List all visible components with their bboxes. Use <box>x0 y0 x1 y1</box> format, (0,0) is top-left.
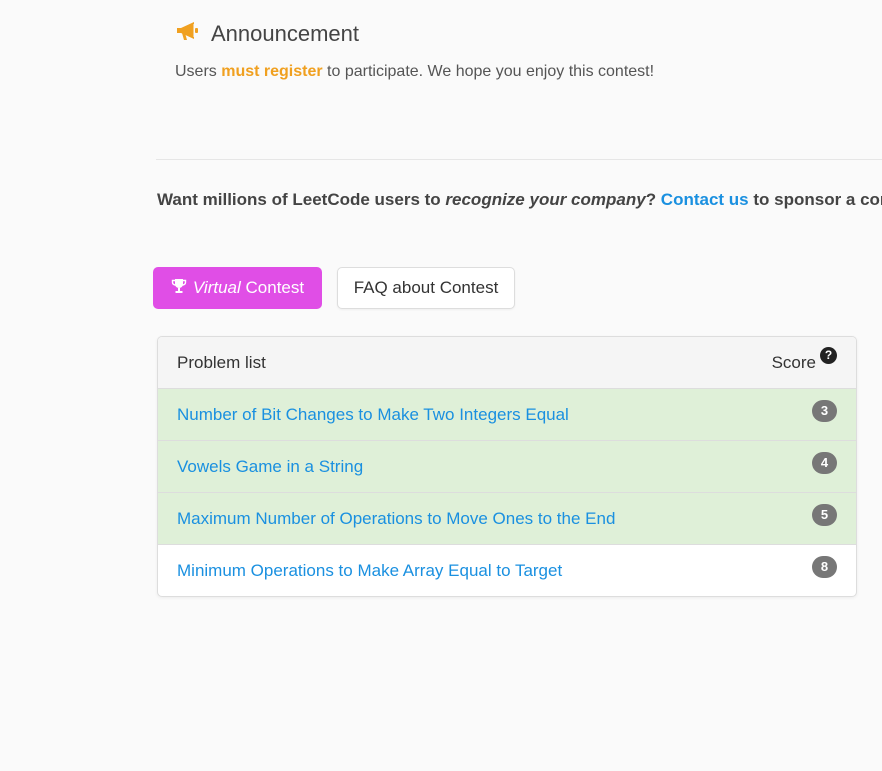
score-badge: 3 <box>812 399 837 422</box>
trophy-icon <box>171 278 187 299</box>
announcement-section: Announcement Users must register to part… <box>175 20 654 81</box>
announcement-text-after: to participate. We hope you enjoy this c… <box>322 63 655 80</box>
sponsor-text-1: Want millions of LeetCode users to <box>157 190 446 209</box>
problem-list-header: Problem list Score ? <box>158 337 856 389</box>
problem-title-link[interactable]: Minimum Operations to Make Array Equal t… <box>177 561 562 581</box>
must-register-highlight: must register <box>221 63 323 80</box>
problem-row: Vowels Game in a String 4 <box>158 441 856 493</box>
megaphone-icon <box>175 20 201 47</box>
faq-contest-button[interactable]: FAQ about Contest <box>337 267 515 309</box>
announcement-text: Users must register to participate. We h… <box>175 63 654 81</box>
contact-us-link[interactable]: Contact us <box>661 190 749 209</box>
problem-row: Number of Bit Changes to Make Two Intege… <box>158 389 856 441</box>
score-badge: 4 <box>812 451 837 474</box>
score-header-label: Score <box>771 352 816 372</box>
question-circle-icon[interactable]: ? <box>820 346 837 364</box>
problem-list-panel: Problem list Score ? Number of Bit Chang… <box>157 336 857 597</box>
problem-rows: Number of Bit Changes to Make Two Intege… <box>158 389 856 596</box>
problem-title-link[interactable]: Number of Bit Changes to Make Two Intege… <box>177 405 569 425</box>
sponsor-message: Want millions of LeetCode users to recog… <box>157 190 882 210</box>
virtual-contest-label: Virtual Contest <box>193 278 304 298</box>
virtual-label-italic: Virtual <box>192 278 241 297</box>
virtual-label-rest: Contest <box>240 278 305 297</box>
problem-list-title: Problem list <box>177 352 266 372</box>
score-badge: 8 <box>812 555 837 578</box>
problem-row: Maximum Number of Operations to Move One… <box>158 493 856 545</box>
announcement-text-before: Users <box>175 63 222 80</box>
sponsor-text-2: ? <box>645 190 661 209</box>
problem-title-link[interactable]: Maximum Number of Operations to Move One… <box>177 509 615 529</box>
problem-row: Minimum Operations to Make Array Equal t… <box>158 545 856 596</box>
sponsor-text-3: to sponsor a cor <box>748 190 882 209</box>
problem-title-link[interactable]: Vowels Game in a String <box>177 457 363 477</box>
announcement-title: Announcement <box>211 20 359 46</box>
announcement-header: Announcement <box>175 20 654 47</box>
virtual-contest-button[interactable]: Virtual Contest <box>153 267 322 309</box>
section-divider <box>156 159 882 160</box>
score-badge: 5 <box>812 503 837 526</box>
score-header: Score ? <box>771 346 837 373</box>
sponsor-emphasis: recognize your company <box>445 190 646 209</box>
